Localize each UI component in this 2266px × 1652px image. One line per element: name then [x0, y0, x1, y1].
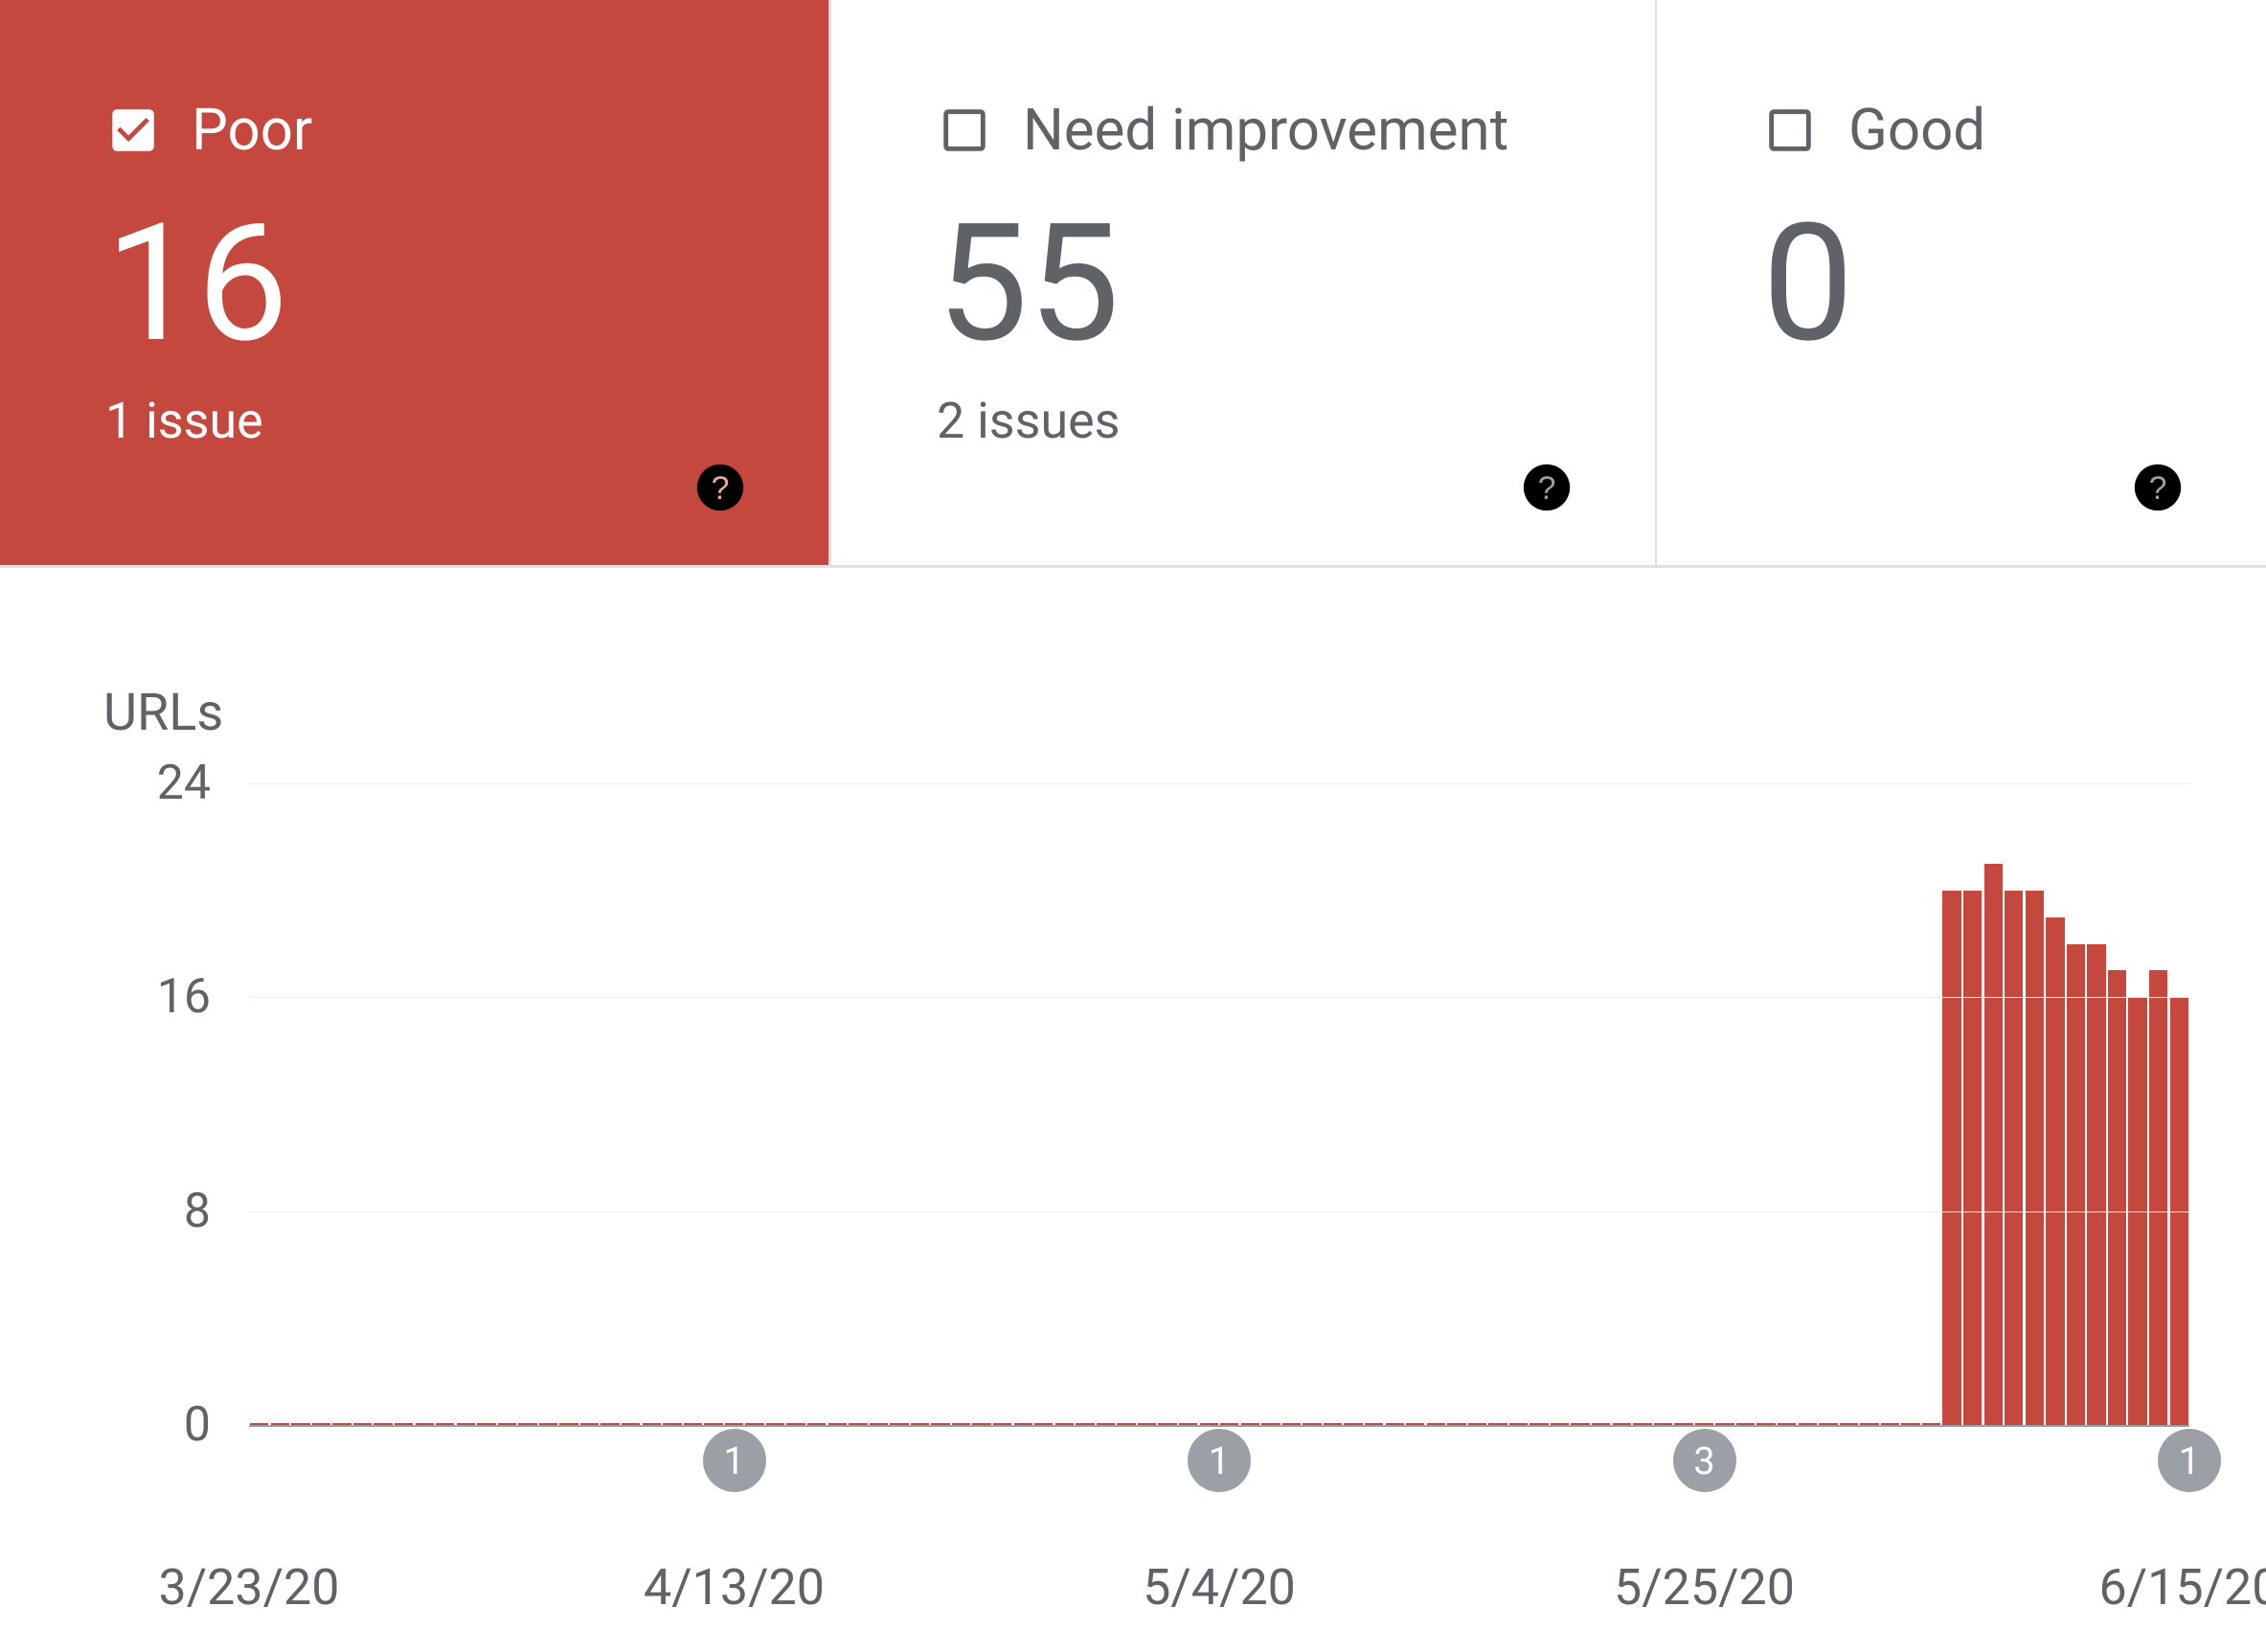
card-poor-label: Poor [192, 96, 312, 164]
chart-area: URLs 3/23/20 4/13/20 5/4/20 5/25/20 6/15/20 1… [0, 568, 2266, 1617]
card-need-subtext: 2 issues [937, 392, 1588, 450]
chart-bar [1984, 864, 2003, 1425]
help-icon[interactable]: ? [1519, 460, 1575, 515]
chart-bar [2026, 891, 2044, 1425]
chart-xtick-label: 4/13/20 [644, 1558, 825, 1617]
chart-event-marker[interactable]: 1 [2158, 1429, 2221, 1492]
chart-bar [2149, 970, 2167, 1425]
chart-xtick-label: 6/15/20 [2098, 1558, 2266, 1617]
chart-event-marker[interactable]: 3 [1673, 1429, 1736, 1492]
chart-bar [1963, 891, 1982, 1425]
chart-gridline [249, 1211, 2189, 1212]
chart-xtick-label: 5/25/20 [1614, 1558, 1795, 1617]
card-need-improvement[interactable]: Need improvement 55 2 issues ? [828, 0, 1657, 565]
urls-bar-chart: 3/23/204/13/205/4/205/25/206/15/201131 0… [96, 755, 2189, 1617]
card-need-label: Need improvement [1023, 96, 1508, 164]
checkbox-checked-icon [105, 102, 161, 158]
chart-bar [2087, 944, 2105, 1426]
chart-bar [1942, 891, 1960, 1425]
chart-ytick-label: 8 [96, 1184, 211, 1239]
card-need-value: 55 [937, 202, 1588, 365]
svg-text:?: ? [712, 470, 730, 507]
card-poor-subtext: 1 issue [105, 392, 761, 450]
svg-text:?: ? [1538, 470, 1556, 507]
help-icon[interactable]: ? [2130, 460, 2186, 515]
chart-ytick-label: 0 [96, 1397, 211, 1453]
chart-ytick-label: 24 [96, 756, 211, 811]
card-good-value: 0 [1762, 202, 2199, 365]
checkbox-unchecked-icon [1762, 102, 1818, 158]
chart-event-marker[interactable]: 1 [1188, 1429, 1251, 1492]
svg-text:?: ? [2149, 470, 2167, 507]
help-icon[interactable]: ? [692, 460, 748, 515]
chart-xtick-label: 3/23/20 [158, 1558, 339, 1617]
card-poor-value: 16 [105, 202, 761, 365]
chart-bar [2108, 970, 2126, 1425]
chart-event-marker[interactable]: 1 [703, 1429, 766, 1492]
chart-ylabel: URLs [103, 683, 2189, 743]
chart-baseline [249, 1425, 2189, 1427]
chart-bar [2067, 944, 2085, 1426]
chart-bar [2046, 917, 2064, 1425]
card-good-label: Good [1848, 96, 1985, 164]
chart-plot: 3/23/204/13/205/4/205/25/206/15/201131 [249, 755, 2189, 1617]
summary-cards: Poor 16 1 issue ? Need improvement 55 2 … [0, 0, 2266, 565]
chart-gridline [249, 783, 2189, 784]
checkbox-unchecked-icon [937, 102, 992, 158]
chart-bar [2005, 891, 2023, 1425]
chart-xtick-label: 5/4/20 [1143, 1558, 1296, 1617]
chart-gridline [249, 997, 2189, 998]
chart-ytick-label: 16 [96, 969, 211, 1025]
card-good[interactable]: Good 0 ? [1657, 0, 2266, 565]
card-poor[interactable]: Poor 16 1 issue ? [0, 0, 828, 565]
